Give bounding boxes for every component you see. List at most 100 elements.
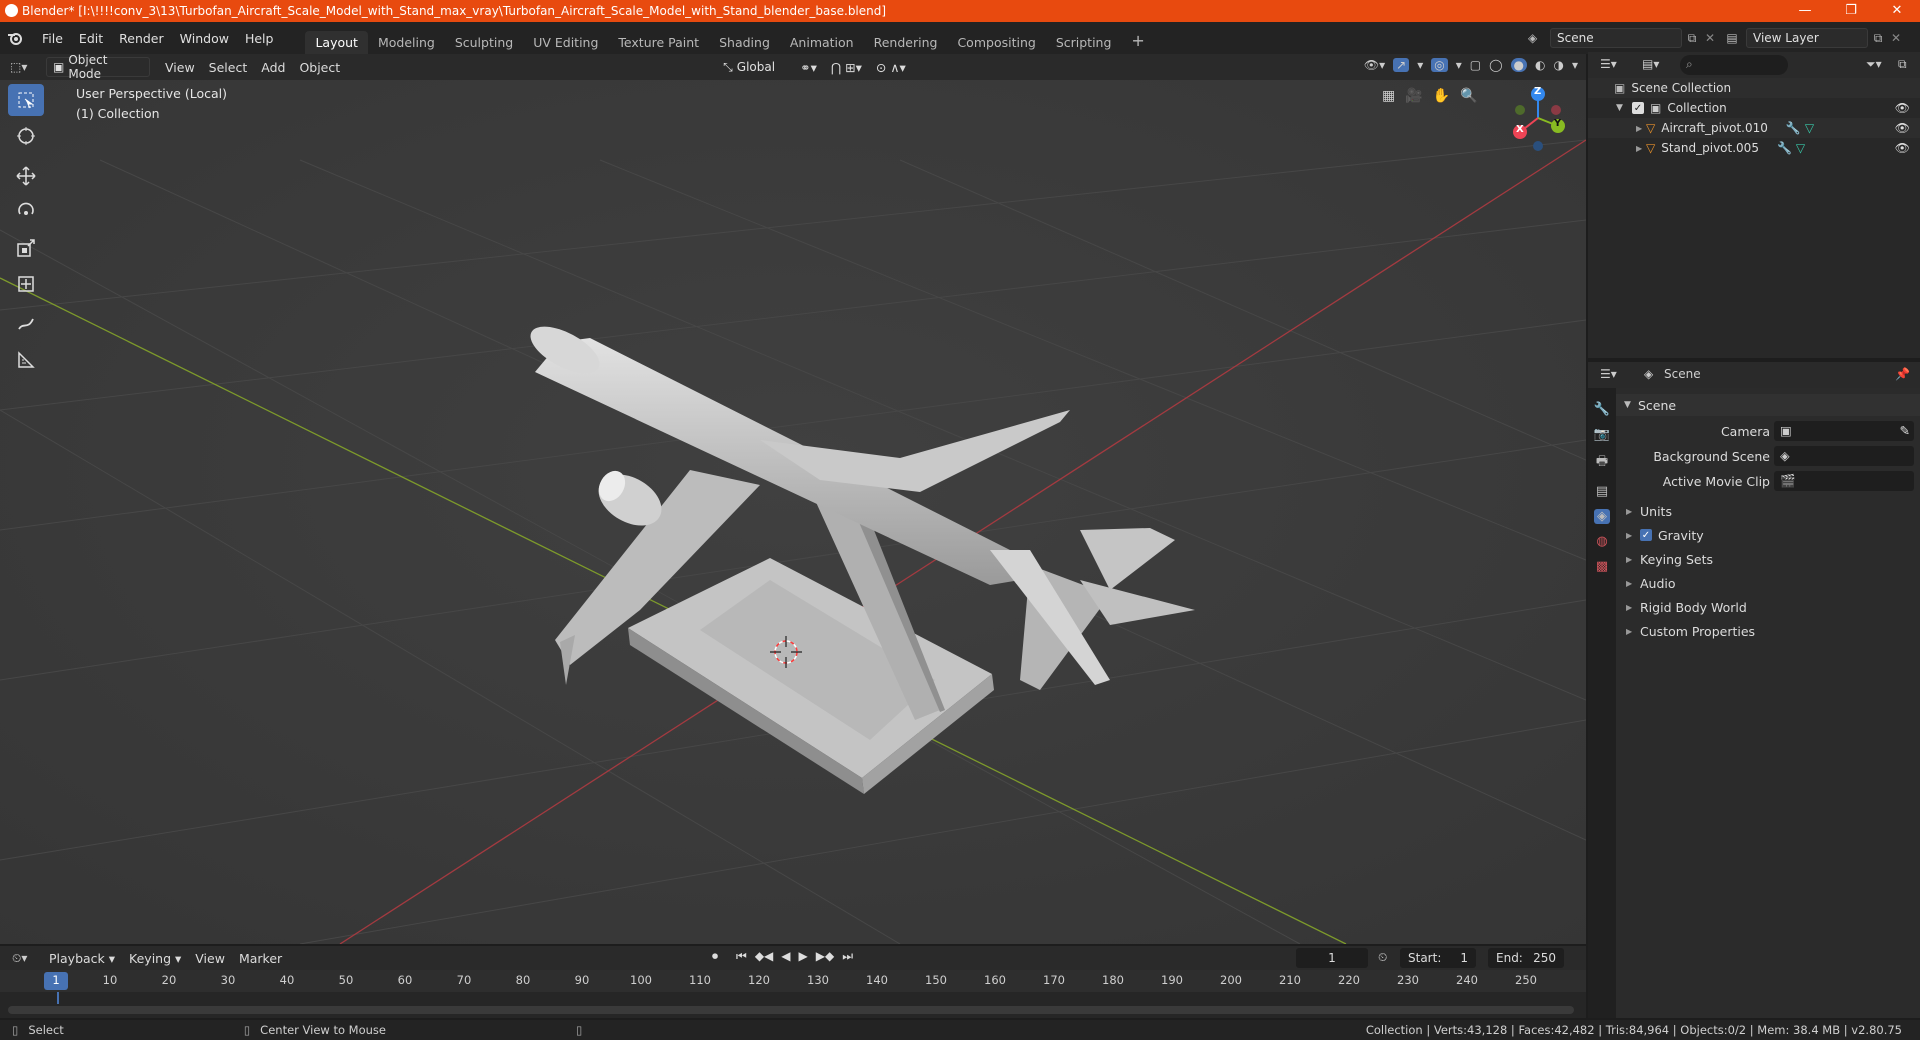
- shading-options-icon[interactable]: ▾: [1572, 58, 1578, 72]
- jump-start-button[interactable]: ⏮: [736, 949, 747, 964]
- menu-file[interactable]: File: [34, 31, 71, 46]
- play-button[interactable]: ▶: [799, 949, 808, 964]
- xray-icon[interactable]: ▢: [1470, 58, 1481, 72]
- transform-tool[interactable]: [8, 268, 44, 300]
- menu-edit[interactable]: Edit: [71, 31, 111, 46]
- menu-window[interactable]: Window: [172, 31, 237, 46]
- tab-texture-paint[interactable]: Texture Paint: [608, 31, 709, 54]
- jump-end-button[interactable]: ⏭: [842, 949, 853, 964]
- gravity-panel-header[interactable]: ▶ ✓ Gravity: [1616, 524, 1920, 546]
- render-tab-icon[interactable]: 📷: [1594, 427, 1610, 442]
- maximize-button[interactable]: ❐: [1828, 0, 1874, 22]
- timeline-menu-keying[interactable]: Keying ▾: [122, 951, 188, 966]
- close-button[interactable]: ✕: [1874, 0, 1920, 22]
- timeline-editor-type-icon[interactable]: ⏲▾: [12, 951, 42, 966]
- new-view-layer-icon[interactable]: ⧉: [1868, 31, 1888, 46]
- pan-view-icon[interactable]: ✋: [1433, 88, 1450, 104]
- timeline-menu-playback[interactable]: Playback ▾: [42, 951, 122, 966]
- move-tool[interactable]: [8, 160, 44, 192]
- new-collection-icon[interactable]: ⧉: [1898, 57, 1907, 72]
- blender-menu-icon[interactable]: [6, 31, 34, 45]
- pivot-point-icon[interactable]: ⚭▾: [793, 60, 824, 75]
- grid-toggle-icon[interactable]: ▦: [1382, 88, 1395, 104]
- visibility-icon[interactable]: 👁▾: [1364, 58, 1385, 72]
- expand-stand-icon[interactable]: ▶: [1636, 144, 1646, 153]
- expand-collection-icon[interactable]: ▼: [1616, 103, 1628, 113]
- timeline-menu-view[interactable]: View: [188, 951, 232, 966]
- prev-keyframe-button[interactable]: ◆◀: [755, 949, 773, 964]
- camera-field[interactable]: ▣ ✎: [1774, 421, 1914, 441]
- overlay-toggle-icon[interactable]: ◎: [1431, 58, 1448, 72]
- gravity-checkbox[interactable]: ✓: [1640, 529, 1652, 541]
- collection-visibility-icon[interactable]: 👁: [1895, 101, 1910, 115]
- snap-icon[interactable]: ⋂ ⊞▾: [824, 60, 869, 75]
- scene-panel-header[interactable]: ▼ Scene: [1616, 394, 1920, 416]
- select-box-tool[interactable]: [8, 84, 44, 116]
- view-layer-icon[interactable]: ▤: [1718, 31, 1746, 45]
- display-mode-icon[interactable]: ▤▾: [1642, 57, 1659, 71]
- camera-view-icon[interactable]: 🎥: [1405, 88, 1422, 104]
- collection-checkbox[interactable]: ✓: [1632, 102, 1644, 114]
- outliner-row-collection[interactable]: ▼ ✓ ▣ Collection 👁: [1588, 98, 1920, 118]
- zoom-view-icon[interactable]: 🔍: [1460, 88, 1477, 104]
- transform-orientation-dropdown[interactable]: ⤡ Global: [717, 57, 793, 77]
- record-button[interactable]: ⏺: [712, 949, 718, 964]
- eyedropper-icon[interactable]: ✎: [1900, 423, 1910, 438]
- audio-panel-header[interactable]: ▶ Audio: [1616, 572, 1920, 594]
- tab-layout[interactable]: Layout: [305, 31, 368, 54]
- proportional-edit-icon[interactable]: ⊙ ∧▾: [869, 60, 913, 75]
- preview-range-clock-icon[interactable]: ⏲: [1378, 950, 1387, 965]
- rendered-shading-icon[interactable]: ◑: [1553, 58, 1563, 72]
- world-tab-icon[interactable]: ◍: [1596, 534, 1607, 549]
- tab-compositing[interactable]: Compositing: [947, 31, 1045, 54]
- background-scene-field[interactable]: ◈: [1774, 446, 1914, 466]
- rotate-tool[interactable]: [8, 196, 44, 228]
- filter-icon[interactable]: ⏷▾: [1866, 57, 1882, 72]
- delete-scene-icon[interactable]: ✕: [1702, 31, 1718, 45]
- navigation-gizmo[interactable]: Z Y X: [1500, 80, 1580, 160]
- add-workspace-button[interactable]: +: [1121, 27, 1154, 54]
- measure-tool[interactable]: [8, 344, 44, 376]
- stand-visibility-icon[interactable]: 👁: [1895, 141, 1910, 155]
- keying-sets-panel-header[interactable]: ▶ Keying Sets: [1616, 548, 1920, 570]
- tab-animation[interactable]: Animation: [780, 31, 864, 54]
- tab-scripting[interactable]: Scripting: [1046, 31, 1122, 54]
- editor-type-icon[interactable]: ⬚▾: [10, 60, 40, 74]
- new-scene-icon[interactable]: ⧉: [1682, 31, 1702, 46]
- view-layer-selector[interactable]: View Layer: [1746, 28, 1868, 48]
- view-layer-tab-icon[interactable]: ▤: [1596, 484, 1608, 499]
- properties-editor-type-icon[interactable]: ☰▾: [1600, 367, 1617, 381]
- texture-tab-icon[interactable]: ▩: [1596, 559, 1608, 574]
- timeline-track-area[interactable]: [0, 992, 1586, 1018]
- expand-aircraft-icon[interactable]: ▶: [1636, 124, 1646, 133]
- scene-tab-icon[interactable]: ◈: [1594, 509, 1610, 524]
- start-frame-field[interactable]: Start: 1: [1400, 948, 1476, 968]
- cursor-tool[interactable]: [8, 120, 44, 152]
- outliner-row-scene-collection[interactable]: ▣ Scene Collection: [1588, 78, 1920, 98]
- delete-view-layer-icon[interactable]: ✕: [1888, 31, 1904, 45]
- outliner-search-input[interactable]: ⌕: [1680, 55, 1788, 75]
- next-keyframe-button[interactable]: ▶◆: [816, 949, 834, 964]
- timeline-menu-marker[interactable]: Marker: [232, 951, 289, 966]
- material-shading-icon[interactable]: ◐: [1535, 58, 1545, 72]
- timeline-ruler[interactable]: 1 10 20 30 40 50 60 70 80 90 100 110 120 130 140 150 160…: [0, 970, 1586, 992]
- wireframe-shading-icon[interactable]: ◯: [1489, 58, 1502, 72]
- viewport-menu-add[interactable]: Add: [254, 60, 292, 75]
- outliner-editor-type-icon[interactable]: ☰▾: [1600, 57, 1617, 71]
- custom-properties-panel-header[interactable]: ▶ Custom Properties: [1616, 620, 1920, 642]
- units-panel-header[interactable]: ▶ Units: [1616, 500, 1920, 522]
- output-tab-icon[interactable]: 🖶: [1596, 452, 1608, 474]
- scale-tool[interactable]: [8, 232, 44, 264]
- pin-icon[interactable]: 📌: [1895, 367, 1910, 381]
- tab-modeling[interactable]: Modeling: [368, 31, 445, 54]
- outliner-row-stand[interactable]: ▶ ▽ Stand_pivot.005 🔧 ▽ 👁: [1588, 138, 1920, 158]
- movie-clip-field[interactable]: 🎬: [1774, 471, 1914, 491]
- 3d-viewport[interactable]: Z Y X ▦ 🎥 ✋ 🔍: [0, 80, 1586, 944]
- viewport-menu-view[interactable]: View: [158, 60, 202, 75]
- minimize-button[interactable]: —: [1782, 0, 1828, 22]
- tab-uv-editing[interactable]: UV Editing: [523, 31, 608, 54]
- tab-sculpting[interactable]: Sculpting: [445, 31, 523, 54]
- menu-render[interactable]: Render: [111, 31, 172, 46]
- gizmo-toggle-icon[interactable]: ↗: [1393, 58, 1410, 72]
- outliner-row-aircraft[interactable]: ▶ ▽ Aircraft_pivot.010 🔧 ▽ 👁: [1588, 118, 1920, 138]
